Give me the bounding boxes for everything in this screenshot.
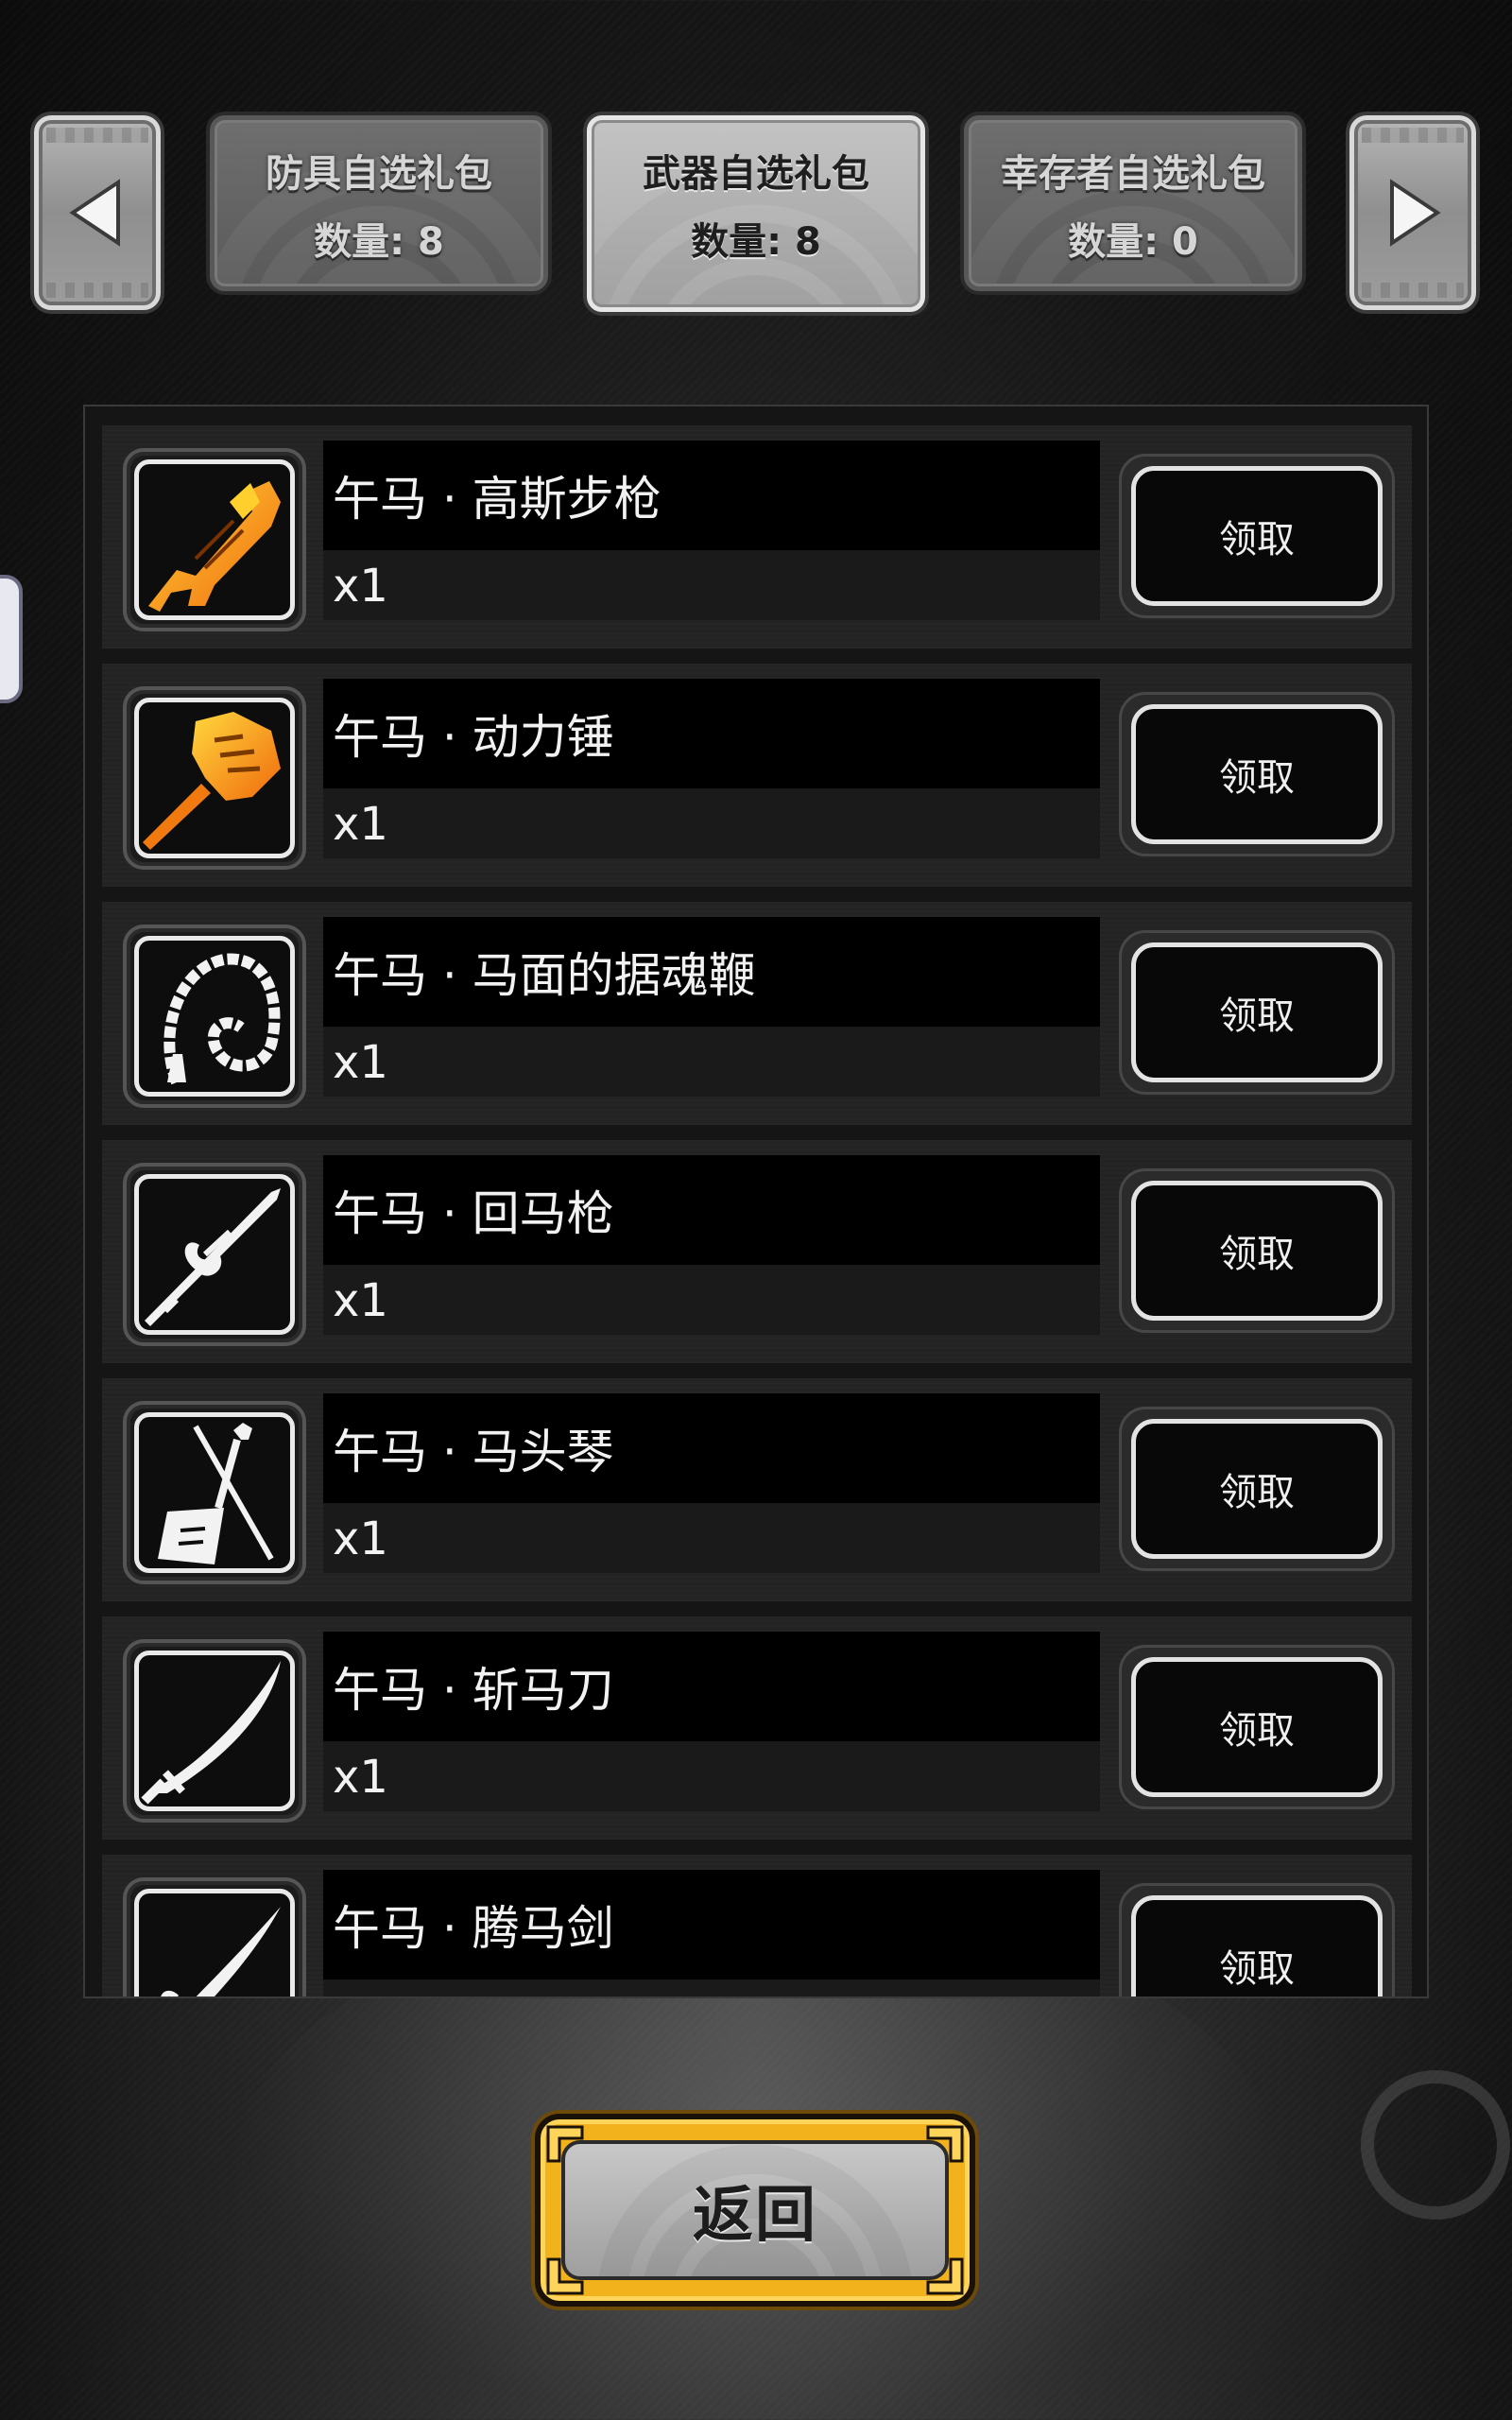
- spear-icon: [145, 1188, 281, 1326]
- next-tab-button[interactable]: [1349, 115, 1476, 310]
- item-quantity: x1: [333, 1036, 388, 1089]
- list-item: 午马 · 斩马刀 x1 领取: [102, 1616, 1412, 1840]
- list-item: 午马 · 马头琴 x1 领取: [102, 1378, 1412, 1601]
- saber-icon: [141, 1661, 281, 1805]
- side-edge-tab[interactable]: [0, 575, 23, 703]
- item-name: 午马 · 回马枪: [333, 1186, 614, 1241]
- prev-tab-button[interactable]: [34, 115, 161, 310]
- tab-armor-pack[interactable]: 防具自选礼包 数量: 8: [210, 115, 548, 291]
- back-button[interactable]: 返回: [535, 2114, 975, 2307]
- horsehead-fiddle-icon: [158, 1423, 274, 1564]
- item-name: 午马 · 马头琴: [333, 1425, 614, 1479]
- claim-button[interactable]: 领取: [1131, 1181, 1383, 1321]
- horse-hammer-icon: [143, 712, 281, 850]
- arrow-right-icon: [1390, 179, 1441, 247]
- claim-button[interactable]: 领取: [1131, 466, 1383, 606]
- tab-title: 防具自选礼包: [266, 152, 492, 196]
- item-quantity: x1: [333, 560, 388, 613]
- item-name: 午马 · 腾马剑: [333, 1901, 614, 1956]
- list-item: 午马 · 高斯步枪 x1 领取: [102, 425, 1412, 648]
- claim-button[interactable]: 领取: [1131, 704, 1383, 844]
- item-quantity: x1: [333, 1512, 388, 1565]
- item-quantity: x1: [333, 1274, 388, 1327]
- arrow-left-icon: [69, 179, 120, 247]
- horse-rifle-icon: [148, 481, 281, 612]
- list-item: 午马 · 回马枪 x1 领取: [102, 1140, 1412, 1363]
- list-item: 午马 · 动力锤 x1 领取: [102, 664, 1412, 887]
- item-name: 午马 · 动力锤: [333, 710, 614, 765]
- claim-button[interactable]: 领取: [1131, 1657, 1383, 1797]
- corner-ornament-icon: [546, 2125, 584, 2163]
- tab-count: 数量: 0: [1068, 220, 1198, 264]
- tab-weapon-pack[interactable]: 武器自选礼包 数量: 8: [587, 115, 925, 312]
- sword-icon: [161, 1907, 281, 1996]
- item-quantity: x1: [333, 1751, 388, 1804]
- item-quantity: x1: [333, 1989, 388, 1996]
- item-name: 午马 · 斩马刀: [333, 1663, 614, 1718]
- list-item: 午马 · 马面的据魂鞭 x1 领取: [102, 902, 1412, 1125]
- back-button-label: 返回: [693, 2181, 817, 2251]
- claim-button[interactable]: 领取: [1131, 1419, 1383, 1559]
- claim-button[interactable]: 领取: [1131, 942, 1383, 1082]
- corner-ornament-icon: [546, 2257, 584, 2295]
- corner-ornament-icon: [926, 2257, 964, 2295]
- tab-survivor-pack[interactable]: 幸存者自选礼包 数量: 0: [964, 115, 1302, 291]
- item-name: 午马 · 马面的据魂鞭: [333, 948, 756, 1003]
- item-quantity: x1: [333, 798, 388, 851]
- item-name: 午马 · 高斯步枪: [333, 472, 662, 527]
- list-item: 午马 · 腾马剑 x1 领取: [102, 1855, 1412, 1996]
- background-ring: [1361, 2070, 1510, 2220]
- tab-count: 数量: 8: [314, 220, 444, 264]
- reward-list[interactable]: 午马 · 高斯步枪 x1 领取 午马 · 动力锤 x1 领取 午马 · 马面的据…: [83, 405, 1429, 1998]
- bone-whip-icon: [163, 953, 281, 1085]
- tab-title: 幸存者自选礼包: [1001, 152, 1265, 196]
- tab-title: 武器自选礼包: [643, 152, 869, 196]
- tab-count: 数量: 8: [691, 220, 821, 264]
- claim-button[interactable]: 领取: [1131, 1895, 1383, 1996]
- corner-ornament-icon: [926, 2125, 964, 2163]
